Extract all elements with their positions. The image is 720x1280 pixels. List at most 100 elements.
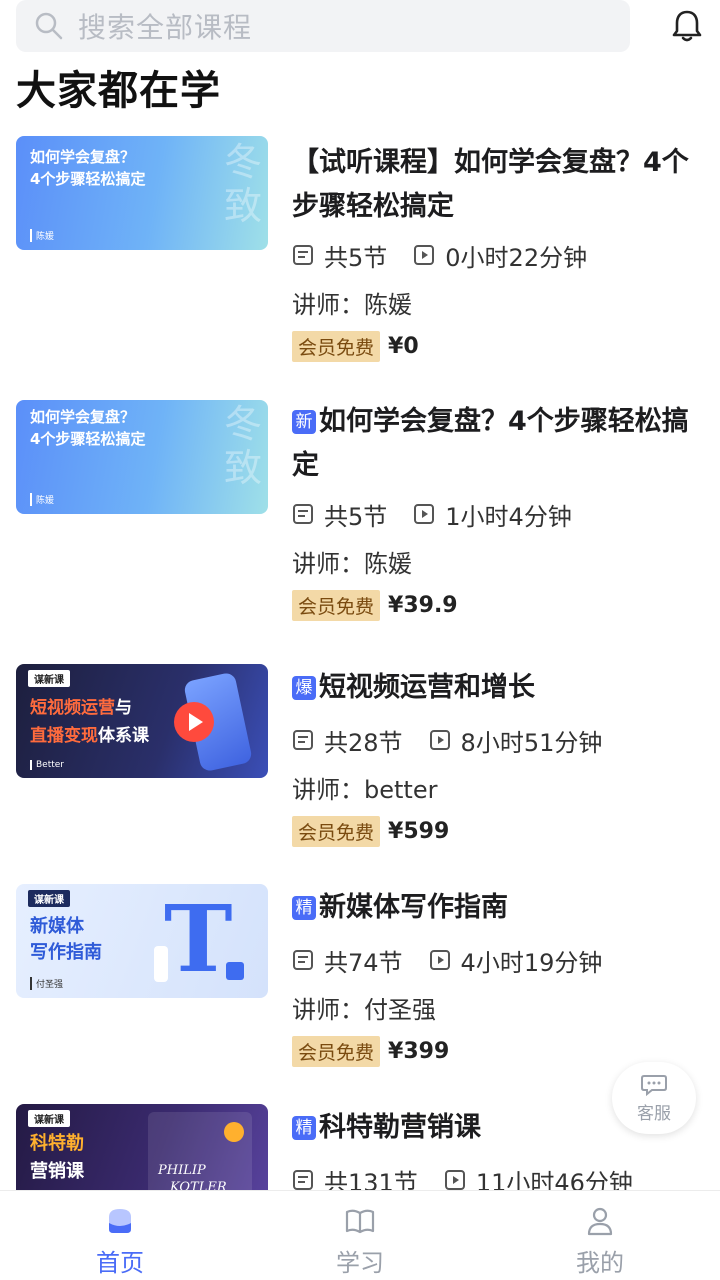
- customer-service-button[interactable]: 客服: [612, 1062, 696, 1134]
- price-row: 会员免费 ¥0: [292, 330, 704, 362]
- top-bar: 搜索全部课程: [16, 0, 704, 52]
- home-icon: [109, 1209, 131, 1233]
- course-duration: 1小时4分钟: [445, 502, 572, 531]
- tab-mine[interactable]: 我的: [480, 1191, 720, 1280]
- thumb-brand: 付圣强: [30, 977, 63, 990]
- vip-badge: 会员免费: [292, 1035, 381, 1067]
- course-thumbnail[interactable]: 谋新课 新媒体 写作指南 T 付圣强: [16, 884, 268, 998]
- thumb-text: 直播变现: [30, 726, 98, 746]
- course-title[interactable]: 精新媒体写作指南: [292, 886, 704, 930]
- course-item[interactable]: 谋新课 科特勒 营销课 PHILIP KOTLER 精科特勒营销课 共131节 …: [16, 1104, 704, 1190]
- lesson-count: 共74节: [324, 948, 403, 977]
- video-icon: [429, 730, 450, 750]
- course-duration: 0小时22分钟: [445, 243, 588, 272]
- course-duration: 11小时46分钟: [475, 1168, 633, 1191]
- course-thumbnail[interactable]: 如何学会复盘？ 4个步骤轻松搞定 冬 致 陈媛: [16, 136, 268, 250]
- lessons-icon: [293, 1170, 313, 1190]
- course-thumbnail[interactable]: 谋新课 短视频运营与 直播变现体系课 Better: [16, 664, 268, 778]
- course-info: 精新媒体写作指南 共74节 4小时19分钟 讲师：付圣强 会员免费 ¥399: [292, 884, 704, 1067]
- course-title[interactable]: 【试听课程】如何学会复盘？4个步骤轻松搞定: [292, 141, 704, 229]
- tag-featured-badge: 精: [292, 896, 316, 920]
- tag-featured-badge: 精: [292, 1116, 316, 1140]
- thumb-text: KOTLER: [170, 1180, 227, 1190]
- course-info: 爆短视频运营和增长 共28节 8小时51分钟 讲师：better 会员免费 ¥5…: [292, 664, 704, 847]
- search-placeholder: 搜索全部课程: [78, 11, 253, 44]
- course-teacher: 讲师：陈媛: [292, 550, 412, 578]
- thumb-big-letter: T: [164, 885, 233, 993]
- lessons-icon: [293, 504, 313, 524]
- course-title-text: 【试听课程】如何学会复盘？4个步骤轻松搞定: [292, 147, 689, 222]
- price-row: 会员免费 ¥599: [292, 815, 704, 847]
- search-icon: [35, 12, 63, 40]
- vip-badge: 会员免费: [292, 330, 381, 362]
- course-price: ¥599: [388, 818, 450, 844]
- thumb-brand: 陈媛: [30, 229, 54, 242]
- tab-mine-label: 我的: [576, 1249, 624, 1277]
- video-icon: [414, 504, 435, 524]
- course-price: ¥39.9: [388, 592, 458, 618]
- thumb-text: 体系课: [98, 726, 149, 746]
- course-price: ¥0: [388, 333, 419, 359]
- cup-illustration: [226, 962, 244, 980]
- bell-icon[interactable]: [670, 8, 704, 44]
- thumb-text: PHILIP: [158, 1163, 206, 1178]
- video-icon: [414, 245, 435, 265]
- course-meta: 共131节 11小时46分钟: [292, 1162, 704, 1190]
- tab-study-label: 学习: [336, 1249, 384, 1277]
- tag-new-badge: 新: [292, 410, 316, 434]
- bottom-tab-bar: 首页 学习 我的: [0, 1190, 720, 1280]
- course-title-text: 短视频运营和增长: [319, 672, 535, 703]
- lesson-count: 共5节: [324, 243, 388, 272]
- thumb-decor-text: 冬 致: [223, 140, 262, 228]
- search-input[interactable]: 搜索全部课程: [16, 0, 630, 52]
- thumb-brand: Better: [30, 760, 64, 770]
- thumb-decor-text: 冬 致: [223, 402, 262, 490]
- video-icon: [429, 950, 450, 970]
- lesson-count: 共5节: [324, 502, 388, 531]
- lesson-count: 共131节: [324, 1168, 418, 1191]
- course-duration: 8小时51分钟: [460, 728, 603, 757]
- thumb-chip: 谋新课: [28, 890, 70, 907]
- course-title[interactable]: 爆短视频运营和增长: [292, 666, 704, 710]
- thumb-text: 与: [115, 698, 132, 718]
- course-title[interactable]: 新如何学会复盘？4个步骤轻松搞定: [292, 400, 704, 488]
- course-info: 【试听课程】如何学会复盘？4个步骤轻松搞定 共5节 0小时22分钟 讲师：陈媛 …: [292, 136, 704, 362]
- chat-icon: [641, 1074, 667, 1096]
- price-row: 会员免费 ¥39.9: [292, 589, 704, 621]
- course-meta: 共74节 4小时19分钟: [292, 942, 704, 978]
- thumb-text: 4个步骤轻松搞定: [30, 430, 146, 448]
- course-thumbnail[interactable]: 谋新课 科特勒 营销课 PHILIP KOTLER: [16, 1104, 268, 1190]
- course-title-text: 新媒体写作指南: [319, 892, 508, 923]
- course-price: ¥399: [388, 1038, 450, 1064]
- thumb-brand: 陈媛: [30, 493, 54, 506]
- thumb-text: 写作指南: [30, 942, 102, 963]
- tab-study[interactable]: 学习: [240, 1191, 480, 1280]
- thumb-text: 营销课: [30, 1161, 84, 1182]
- course-duration: 4小时19分钟: [460, 948, 603, 977]
- thumb-text: 如何学会复盘？: [30, 148, 136, 166]
- section-title: 大家都在学: [16, 68, 221, 114]
- tab-home[interactable]: 首页: [0, 1191, 240, 1280]
- play-icon: [174, 702, 214, 742]
- course-meta: 共28节 8小时51分钟: [292, 722, 704, 758]
- lessons-icon: [293, 245, 313, 265]
- course-thumbnail[interactable]: 如何学会复盘？ 4个步骤轻松搞定 冬 致 陈媛: [16, 400, 268, 514]
- customer-service-label: 客服: [637, 1103, 671, 1124]
- lessons-icon: [293, 950, 313, 970]
- course-info: 新如何学会复盘？4个步骤轻松搞定 共5节 1小时4分钟 讲师：陈媛 会员免费 ¥…: [292, 400, 704, 621]
- thumb-text: 短视频运营: [30, 698, 115, 718]
- vip-badge: 会员免费: [292, 589, 381, 621]
- course-meta: 共5节 1小时4分钟: [292, 496, 704, 532]
- vip-badge: 会员免费: [292, 815, 381, 847]
- thumb-text: 4个步骤轻松搞定: [30, 170, 146, 188]
- lesson-count: 共28节: [324, 728, 403, 757]
- course-teacher: 讲师：陈媛: [292, 291, 412, 319]
- course-title-text: 如何学会复盘？4个步骤轻松搞定: [292, 406, 689, 481]
- lessons-icon: [293, 730, 313, 750]
- plant-illustration: [154, 946, 168, 982]
- thumb-text: 新媒体: [30, 916, 84, 937]
- thumb-book: PHILIP KOTLER: [148, 1112, 252, 1190]
- user-icon: [587, 1207, 613, 1236]
- course-title-text: 科特勒营销课: [319, 1112, 481, 1143]
- course-teacher: 讲师：付圣强: [292, 996, 436, 1024]
